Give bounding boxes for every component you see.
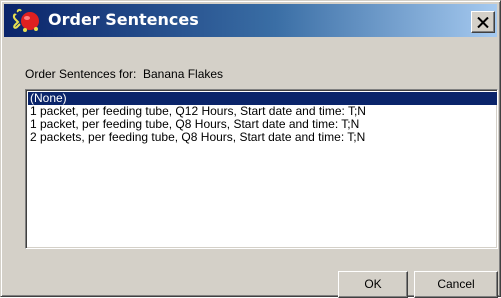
orderable-name: Banana Flakes [143, 67, 224, 81]
order-sentences-dialog: Order Sentences Order Sentences for: Ban… [0, 0, 501, 298]
window-title: Order Sentences [48, 10, 199, 29]
close-icon [477, 16, 489, 28]
ok-button[interactable]: OK [338, 271, 408, 298]
order-sentences-for-label: Order Sentences for: [25, 67, 137, 81]
order-sentences-list[interactable]: (None) 1 packet, per feeding tube, Q12 H… [25, 89, 498, 249]
cancel-button[interactable]: Cancel [414, 271, 498, 298]
close-button[interactable] [471, 11, 495, 33]
title-bar[interactable]: Order Sentences [4, 4, 497, 37]
list-item[interactable]: 2 packets, per feeding tube, Q8 Hours, S… [28, 131, 365, 144]
app-icon [12, 8, 39, 32]
